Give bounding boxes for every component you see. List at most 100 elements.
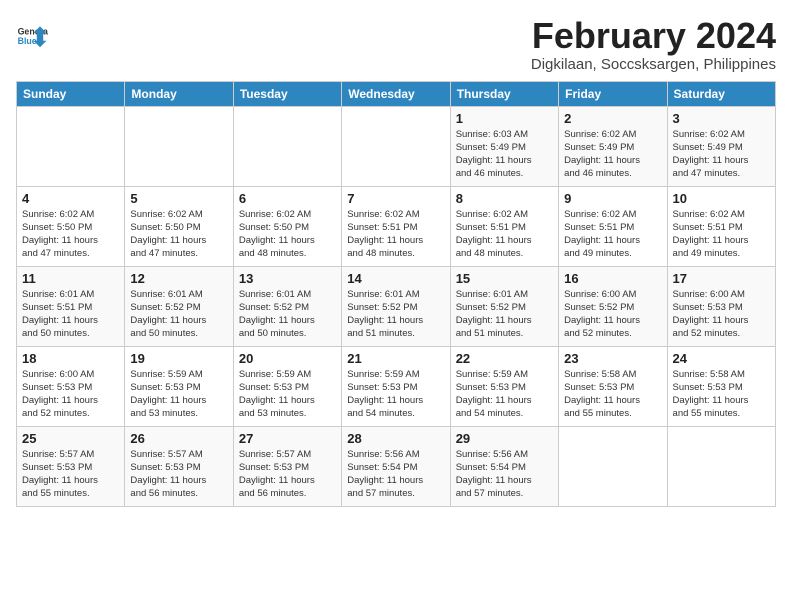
week-row-2: 4 Sunrise: 6:02 AMSunset: 5:50 PMDaylight… bbox=[17, 186, 776, 266]
day-info: Sunrise: 6:02 AMSunset: 5:51 PMDaylight:… bbox=[347, 208, 444, 261]
calendar-table: SundayMondayTuesdayWednesdayThursdayFrid… bbox=[16, 81, 776, 507]
day-number: 23 bbox=[564, 351, 661, 366]
calendar-cell: 16 Sunrise: 6:00 AMSunset: 5:52 PMDayligh… bbox=[559, 266, 667, 346]
day-info: Sunrise: 6:02 AMSunset: 5:50 PMDaylight:… bbox=[130, 208, 227, 261]
calendar-cell: 2 Sunrise: 6:02 AMSunset: 5:49 PMDaylight… bbox=[559, 106, 667, 186]
calendar-cell: 14 Sunrise: 6:01 AMSunset: 5:52 PMDayligh… bbox=[342, 266, 450, 346]
day-number: 9 bbox=[564, 191, 661, 206]
calendar-cell: 11Sunrise: 6:01 AMSunset: 5:51 PMDayligh… bbox=[17, 266, 125, 346]
weekday-header-thursday: Thursday bbox=[450, 81, 558, 106]
calendar-cell: 18 Sunrise: 6:00 AMSunset: 5:53 PMDayligh… bbox=[17, 346, 125, 426]
calendar-cell bbox=[125, 106, 233, 186]
day-number: 20 bbox=[239, 351, 336, 366]
week-row-4: 18 Sunrise: 6:00 AMSunset: 5:53 PMDayligh… bbox=[17, 346, 776, 426]
week-row-1: 1Sunrise: 6:03 AMSunset: 5:49 PMDaylight… bbox=[17, 106, 776, 186]
calendar-title: February 2024 bbox=[531, 16, 776, 56]
day-info: Sunrise: 6:02 AMSunset: 5:51 PMDaylight:… bbox=[673, 208, 770, 261]
calendar-cell: 25 Sunrise: 5:57 AMSunset: 5:53 PMDayligh… bbox=[17, 426, 125, 506]
calendar-cell: 9Sunrise: 6:02 AMSunset: 5:51 PMDaylight… bbox=[559, 186, 667, 266]
day-number: 13 bbox=[239, 271, 336, 286]
day-info: Sunrise: 5:59 AMSunset: 5:53 PMDaylight:… bbox=[456, 368, 553, 421]
calendar-cell: 24 Sunrise: 5:58 AMSunset: 5:53 PMDayligh… bbox=[667, 346, 775, 426]
day-info: Sunrise: 5:56 AMSunset: 5:54 PMDaylight:… bbox=[456, 448, 553, 501]
day-number: 21 bbox=[347, 351, 444, 366]
day-number: 4 bbox=[22, 191, 119, 206]
calendar-cell: 22 Sunrise: 5:59 AMSunset: 5:53 PMDayligh… bbox=[450, 346, 558, 426]
weekday-header-friday: Friday bbox=[559, 81, 667, 106]
day-info: Sunrise: 5:57 AMSunset: 5:53 PMDaylight:… bbox=[239, 448, 336, 501]
day-number: 6 bbox=[239, 191, 336, 206]
weekday-header-tuesday: Tuesday bbox=[233, 81, 341, 106]
day-number: 19 bbox=[130, 351, 227, 366]
week-row-5: 25 Sunrise: 5:57 AMSunset: 5:53 PMDayligh… bbox=[17, 426, 776, 506]
day-number: 16 bbox=[564, 271, 661, 286]
page-header: General Blue February 2024 Digkilaan, So… bbox=[16, 16, 776, 73]
calendar-cell bbox=[17, 106, 125, 186]
logo-icon: General Blue bbox=[16, 20, 48, 52]
calendar-cell: 13 Sunrise: 6:01 AMSunset: 5:52 PMDayligh… bbox=[233, 266, 341, 346]
calendar-cell: 20 Sunrise: 5:59 AMSunset: 5:53 PMDayligh… bbox=[233, 346, 341, 426]
day-info: Sunrise: 6:00 AMSunset: 5:53 PMDaylight:… bbox=[673, 288, 770, 341]
day-number: 22 bbox=[456, 351, 553, 366]
day-info: Sunrise: 6:02 AMSunset: 5:49 PMDaylight:… bbox=[564, 128, 661, 181]
weekday-header-wednesday: Wednesday bbox=[342, 81, 450, 106]
calendar-cell: 23 Sunrise: 5:58 AMSunset: 5:53 PMDayligh… bbox=[559, 346, 667, 426]
calendar-cell: 4Sunrise: 6:02 AMSunset: 5:50 PMDaylight… bbox=[17, 186, 125, 266]
day-number: 24 bbox=[673, 351, 770, 366]
day-info: Sunrise: 6:01 AMSunset: 5:51 PMDaylight:… bbox=[22, 288, 119, 341]
day-number: 15 bbox=[456, 271, 553, 286]
day-info: Sunrise: 6:01 AMSunset: 5:52 PMDaylight:… bbox=[130, 288, 227, 341]
day-info: Sunrise: 5:58 AMSunset: 5:53 PMDaylight:… bbox=[564, 368, 661, 421]
calendar-cell: 7 Sunrise: 6:02 AMSunset: 5:51 PMDaylight… bbox=[342, 186, 450, 266]
day-info: Sunrise: 6:00 AMSunset: 5:53 PMDaylight:… bbox=[22, 368, 119, 421]
day-info: Sunrise: 5:58 AMSunset: 5:53 PMDaylight:… bbox=[673, 368, 770, 421]
calendar-cell: 10 Sunrise: 6:02 AMSunset: 5:51 PMDayligh… bbox=[667, 186, 775, 266]
day-number: 25 bbox=[22, 431, 119, 446]
day-number: 28 bbox=[347, 431, 444, 446]
day-number: 17 bbox=[673, 271, 770, 286]
calendar-cell: 15 Sunrise: 6:01 AMSunset: 5:52 PMDayligh… bbox=[450, 266, 558, 346]
calendar-cell bbox=[342, 106, 450, 186]
day-number: 14 bbox=[347, 271, 444, 286]
day-info: Sunrise: 6:02 AMSunset: 5:50 PMDaylight:… bbox=[239, 208, 336, 261]
day-info: Sunrise: 5:59 AMSunset: 5:53 PMDaylight:… bbox=[239, 368, 336, 421]
day-number: 2 bbox=[564, 111, 661, 126]
calendar-cell: 3 Sunrise: 6:02 AMSunset: 5:49 PMDaylight… bbox=[667, 106, 775, 186]
calendar-cell: 6 Sunrise: 6:02 AMSunset: 5:50 PMDaylight… bbox=[233, 186, 341, 266]
day-info: Sunrise: 6:01 AMSunset: 5:52 PMDaylight:… bbox=[347, 288, 444, 341]
calendar-cell: 12Sunrise: 6:01 AMSunset: 5:52 PMDayligh… bbox=[125, 266, 233, 346]
calendar-cell: 21 Sunrise: 5:59 AMSunset: 5:53 PMDayligh… bbox=[342, 346, 450, 426]
day-info: Sunrise: 6:02 AMSunset: 5:51 PMDaylight:… bbox=[456, 208, 553, 261]
day-number: 18 bbox=[22, 351, 119, 366]
calendar-cell: 29 Sunrise: 5:56 AMSunset: 5:54 PMDayligh… bbox=[450, 426, 558, 506]
weekday-header-sunday: Sunday bbox=[17, 81, 125, 106]
calendar-cell bbox=[559, 426, 667, 506]
calendar-cell bbox=[233, 106, 341, 186]
day-info: Sunrise: 6:01 AMSunset: 5:52 PMDaylight:… bbox=[456, 288, 553, 341]
day-number: 7 bbox=[347, 191, 444, 206]
logo: General Blue bbox=[16, 20, 48, 52]
calendar-cell bbox=[667, 426, 775, 506]
calendar-cell: 28 Sunrise: 5:56 AMSunset: 5:54 PMDayligh… bbox=[342, 426, 450, 506]
calendar-cell: 8Sunrise: 6:02 AMSunset: 5:51 PMDaylight… bbox=[450, 186, 558, 266]
day-info: Sunrise: 6:02 AMSunset: 5:49 PMDaylight:… bbox=[673, 128, 770, 181]
calendar-cell: 27 Sunrise: 5:57 AMSunset: 5:53 PMDayligh… bbox=[233, 426, 341, 506]
day-info: Sunrise: 5:56 AMSunset: 5:54 PMDaylight:… bbox=[347, 448, 444, 501]
day-number: 10 bbox=[673, 191, 770, 206]
calendar-cell: 19 Sunrise: 5:59 AMSunset: 5:53 PMDayligh… bbox=[125, 346, 233, 426]
day-info: Sunrise: 5:57 AMSunset: 5:53 PMDaylight:… bbox=[22, 448, 119, 501]
weekday-header-monday: Monday bbox=[125, 81, 233, 106]
day-info: Sunrise: 6:01 AMSunset: 5:52 PMDaylight:… bbox=[239, 288, 336, 341]
day-info: Sunrise: 5:59 AMSunset: 5:53 PMDaylight:… bbox=[130, 368, 227, 421]
day-number: 27 bbox=[239, 431, 336, 446]
calendar-cell: 26Sunrise: 5:57 AMSunset: 5:53 PMDayligh… bbox=[125, 426, 233, 506]
calendar-subtitle: Digkilaan, Soccsksargen, Philippines bbox=[531, 56, 776, 73]
day-number: 3 bbox=[673, 111, 770, 126]
day-number: 29 bbox=[456, 431, 553, 446]
day-info: Sunrise: 6:00 AMSunset: 5:52 PMDaylight:… bbox=[564, 288, 661, 341]
calendar-cell: 5Sunrise: 6:02 AMSunset: 5:50 PMDaylight… bbox=[125, 186, 233, 266]
day-info: Sunrise: 5:59 AMSunset: 5:53 PMDaylight:… bbox=[347, 368, 444, 421]
week-row-3: 11Sunrise: 6:01 AMSunset: 5:51 PMDayligh… bbox=[17, 266, 776, 346]
calendar-cell: 1Sunrise: 6:03 AMSunset: 5:49 PMDaylight… bbox=[450, 106, 558, 186]
day-info: Sunrise: 6:03 AMSunset: 5:49 PMDaylight:… bbox=[456, 128, 553, 181]
